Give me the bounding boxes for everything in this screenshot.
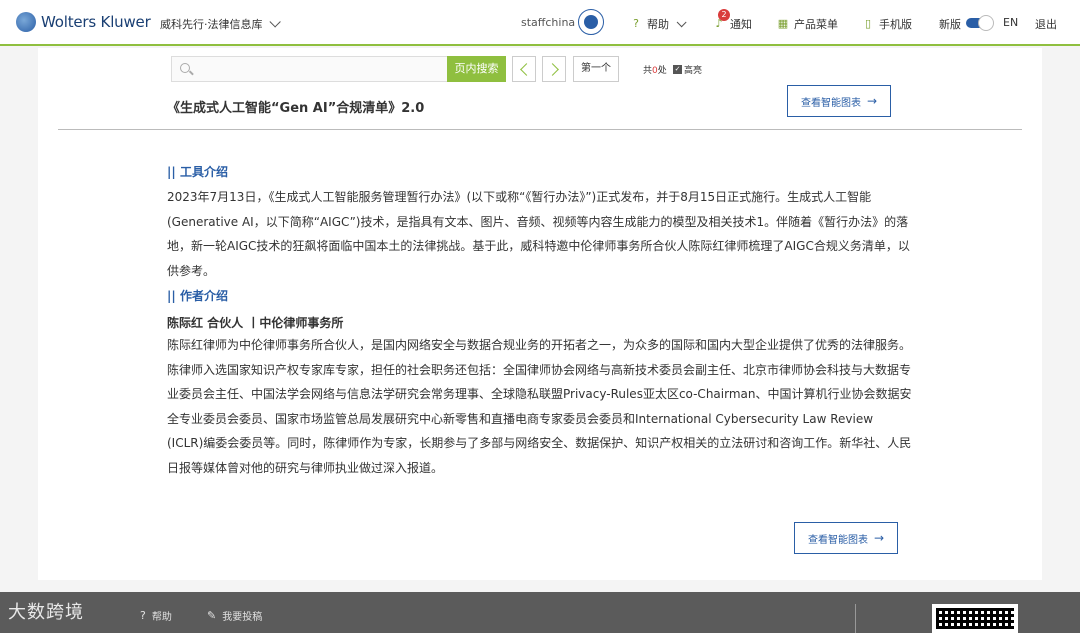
new-version-toggle[interactable] [966, 15, 994, 31]
first-match-button[interactable]: 第一个 [573, 56, 619, 82]
author-intro-text: 陈际红律师为中伦律师事务所合伙人，是国内网络安全与数据合规业务的开拓者之一，为众… [167, 338, 912, 475]
highlight-checkbox[interactable]: ✓ 高亮 [673, 63, 702, 76]
new-version-label: 新版 [939, 18, 961, 31]
top-header: Wolters Kluwer 威科先行·法律信息库 staffchina ? 帮… [0, 0, 1080, 46]
highlight-label: 高亮 [684, 66, 703, 76]
qr-code-image [932, 604, 1018, 633]
prev-match-button[interactable] [512, 56, 536, 82]
brand-name: Wolters Kluwer [41, 13, 151, 31]
view-smart-chart-button-top[interactable]: 查看智能图表 → [787, 85, 891, 117]
author-name-line: 陈际红 合伙人 丨中伦律师事务所 [167, 316, 344, 330]
in-page-search-field[interactable] [171, 56, 448, 82]
tool-intro-text: 2023年7月13日，《生成式人工智能服务管理暂行办法》(以下或称“《暂行办法》… [167, 190, 910, 278]
help-label: 帮助 [647, 18, 669, 31]
user-icon [584, 15, 598, 29]
mobile-icon: ▯ [864, 17, 872, 30]
chevron-right-icon [546, 63, 559, 76]
checkbox-checked-icon: ✓ [673, 65, 682, 74]
chart-button-label: 查看智能图表 [800, 97, 861, 109]
footer-submit-link[interactable]: ✎ 我要投稿 [207, 608, 262, 623]
chart-button-label: 查看智能图表 [807, 534, 868, 546]
page-footer: 大数跨境 ? 帮助 ✎ 我要投稿 [0, 592, 1080, 633]
wolters-kluwer-logo-icon [16, 12, 36, 32]
username: staffchina [521, 16, 576, 29]
arrow-right-icon: → [873, 531, 885, 545]
help-icon: ? [633, 17, 639, 30]
chevron-down-icon [268, 16, 281, 28]
footer-help-link[interactable]: ? 帮助 [140, 608, 172, 623]
qr-code-icon [936, 608, 1014, 629]
notification-badge: 2 [718, 9, 730, 21]
mobile-version-button[interactable]: ▯ 手机版 [862, 16, 912, 32]
notify-label: 通知 [730, 18, 752, 31]
search-icon [180, 63, 190, 73]
watermark-logo: 大数跨境 [8, 602, 84, 623]
language-switch[interactable]: EN [1003, 16, 1018, 29]
footer-divider [855, 604, 856, 633]
user-avatar[interactable] [578, 9, 604, 35]
arrow-right-icon: → [866, 94, 878, 108]
product-menu-label: 产品菜单 [794, 18, 838, 31]
next-match-button[interactable] [542, 56, 566, 82]
help-menu[interactable]: ? 帮助 [630, 16, 687, 32]
mobile-label: 手机版 [879, 18, 912, 31]
search-input[interactable] [196, 60, 441, 78]
title-divider [58, 129, 1022, 130]
chevron-down-icon [676, 16, 687, 27]
view-smart-chart-button-bottom[interactable]: 查看智能图表 → [794, 522, 898, 554]
product-name: 威科先行·法律信息库 [160, 18, 263, 31]
section-heading-tool: || 工具介绍 [167, 165, 228, 179]
product-menu-button[interactable]: ▦ 产品菜单 [777, 16, 838, 32]
product-switcher[interactable]: 威科先行·法律信息库 [160, 16, 281, 32]
help-icon: ? [140, 609, 146, 622]
logout-button[interactable]: 退出 [1035, 16, 1057, 32]
match-count: 共0处 [643, 66, 667, 76]
pencil-icon: ✎ [207, 609, 217, 622]
in-page-search-button[interactable]: 页内搜索 [447, 56, 506, 82]
grid-icon: ▦ [777, 17, 789, 30]
document-title: 《生成式人工智能“Gen AI”合规清单》2.0 [167, 101, 425, 116]
section-heading-author: || 作者介绍 [167, 289, 228, 303]
brand-logo[interactable]: Wolters Kluwer [16, 12, 151, 32]
chevron-left-icon [520, 63, 533, 76]
